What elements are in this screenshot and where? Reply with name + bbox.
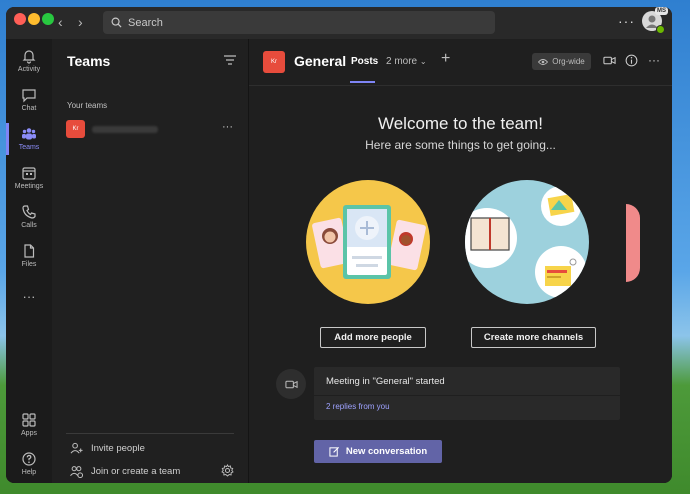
channel-team-avatar: Kr	[263, 51, 285, 73]
search-input[interactable]: Search	[103, 11, 495, 34]
create-more-channels-button[interactable]: Create more channels	[471, 327, 596, 348]
teams-icon	[22, 128, 36, 140]
tab-posts[interactable]: Posts	[351, 56, 378, 67]
chat-icon	[22, 89, 36, 103]
org-wide-label: Org-wide	[552, 57, 585, 66]
team-list-item[interactable]: Kr ···	[60, 118, 241, 140]
rail-item-files[interactable]: Files	[6, 243, 52, 268]
join-create-team-label: Join or create a team	[91, 466, 181, 477]
apps-icon	[22, 413, 36, 427]
add-tab-button[interactable]: +	[441, 50, 450, 68]
channel-header: Kr General Posts 2 more ⌄ + Org-wide ···	[249, 39, 672, 86]
rail-label: Meetings	[14, 183, 44, 190]
panel-divider	[66, 433, 234, 434]
rail-item-calls[interactable]: Calls	[6, 204, 52, 229]
help-icon	[22, 452, 36, 466]
chevron-down-icon: ⌄	[419, 57, 427, 66]
rail-label: Calls	[21, 222, 37, 229]
search-placeholder: Search	[128, 16, 163, 29]
app-rail: Activity Chat Teams Meetings Calls Files…	[6, 39, 52, 483]
welcome-title: Welcome to the team!	[377, 114, 544, 133]
close-window-button[interactable]	[14, 13, 26, 25]
channel-name: General	[294, 53, 347, 69]
channel-more-options-button[interactable]: ···	[648, 53, 660, 67]
channels-collage-icon	[465, 186, 587, 298]
org-wide-badge[interactable]: Org-wide	[532, 53, 591, 70]
meet-now-icon[interactable]	[603, 54, 616, 67]
profile-avatar[interactable]: MS	[642, 7, 668, 34]
join-create-team-button[interactable]: Join or create a team	[70, 465, 180, 478]
back-arrow-icon[interactable]: ‹	[58, 13, 63, 31]
forward-arrow-icon[interactable]: ›	[78, 13, 83, 31]
your-teams-heading: Your teams	[67, 101, 108, 110]
rail-label: Teams	[18, 144, 40, 151]
people-add-icon	[70, 466, 83, 478]
eye-icon	[538, 58, 549, 65]
phone-icon	[22, 205, 36, 219]
bell-icon	[22, 50, 36, 64]
invite-people-label: Invite people	[91, 443, 145, 454]
search-icon	[111, 17, 122, 28]
filter-icon[interactable]	[224, 55, 236, 65]
rail-item-help[interactable]: Help	[6, 451, 52, 476]
calendar-icon	[22, 167, 36, 180]
add-people-illustration	[306, 180, 430, 304]
info-icon[interactable]	[625, 54, 638, 67]
teams-window: ‹ › Search ··· MS Activity Chat Teams Me…	[6, 7, 672, 483]
rail-label: Activity	[17, 66, 41, 73]
tab-more-label: 2 more	[386, 56, 418, 67]
status-indicator	[656, 25, 665, 34]
gear-icon[interactable]	[221, 464, 234, 477]
replies-link[interactable]: 2 replies from you	[326, 402, 390, 411]
invite-people-button[interactable]: Invite people	[70, 442, 145, 455]
panel-title: Teams	[67, 53, 111, 69]
add-person-icon	[70, 442, 83, 454]
rail-item-meetings[interactable]: Meetings	[6, 165, 52, 190]
more-icon: ···	[22, 289, 36, 304]
title-bar: ‹ › Search ··· MS	[6, 7, 672, 39]
meeting-post-header: Meeting in "General" started	[314, 367, 620, 396]
minimize-window-button[interactable]	[28, 13, 40, 25]
meeting-started-text: Meeting in "General" started	[326, 376, 445, 387]
more-options-button[interactable]: ···	[618, 13, 635, 29]
third-illustration-partial	[626, 204, 640, 282]
meeting-post-card[interactable]: Meeting in "General" started 2 replies f…	[314, 367, 620, 420]
rail-item-more[interactable]: ···	[6, 289, 52, 304]
active-tab-underline	[350, 81, 375, 83]
welcome-subtitle: Here are some things to get going...	[365, 138, 556, 152]
teams-panel: Teams Your teams Kr ··· Invite people Jo…	[52, 39, 249, 483]
rail-item-teams[interactable]: Teams	[6, 126, 52, 151]
meeting-camera-icon	[284, 380, 298, 388]
people-cards-icon	[312, 205, 426, 279]
create-channels-illustration	[465, 180, 589, 304]
rail-label: Apps	[21, 430, 37, 437]
rail-item-activity[interactable]: Activity	[6, 48, 52, 73]
tab-more-dropdown[interactable]: 2 more ⌄	[386, 56, 427, 67]
meeting-avatar	[276, 369, 306, 399]
team-avatar: Kr	[66, 120, 85, 138]
compose-icon	[329, 446, 339, 457]
team-name-redacted	[92, 126, 158, 133]
team-more-options-button[interactable]: ···	[222, 121, 233, 133]
channel-main: Kr General Posts 2 more ⌄ + Org-wide ···…	[249, 39, 672, 483]
profile-badge: MS	[655, 7, 668, 15]
rail-label: Files	[21, 261, 37, 268]
new-conversation-button[interactable]: New conversation	[314, 440, 442, 463]
rail-label: Help	[21, 469, 37, 476]
new-conversation-label: New conversation	[345, 446, 428, 457]
rail-label: Chat	[21, 105, 37, 112]
file-icon	[24, 244, 35, 258]
rail-item-chat[interactable]: Chat	[6, 87, 52, 112]
zoom-window-button[interactable]	[42, 13, 54, 25]
rail-item-apps[interactable]: Apps	[6, 412, 52, 437]
add-more-people-button[interactable]: Add more people	[320, 327, 426, 348]
